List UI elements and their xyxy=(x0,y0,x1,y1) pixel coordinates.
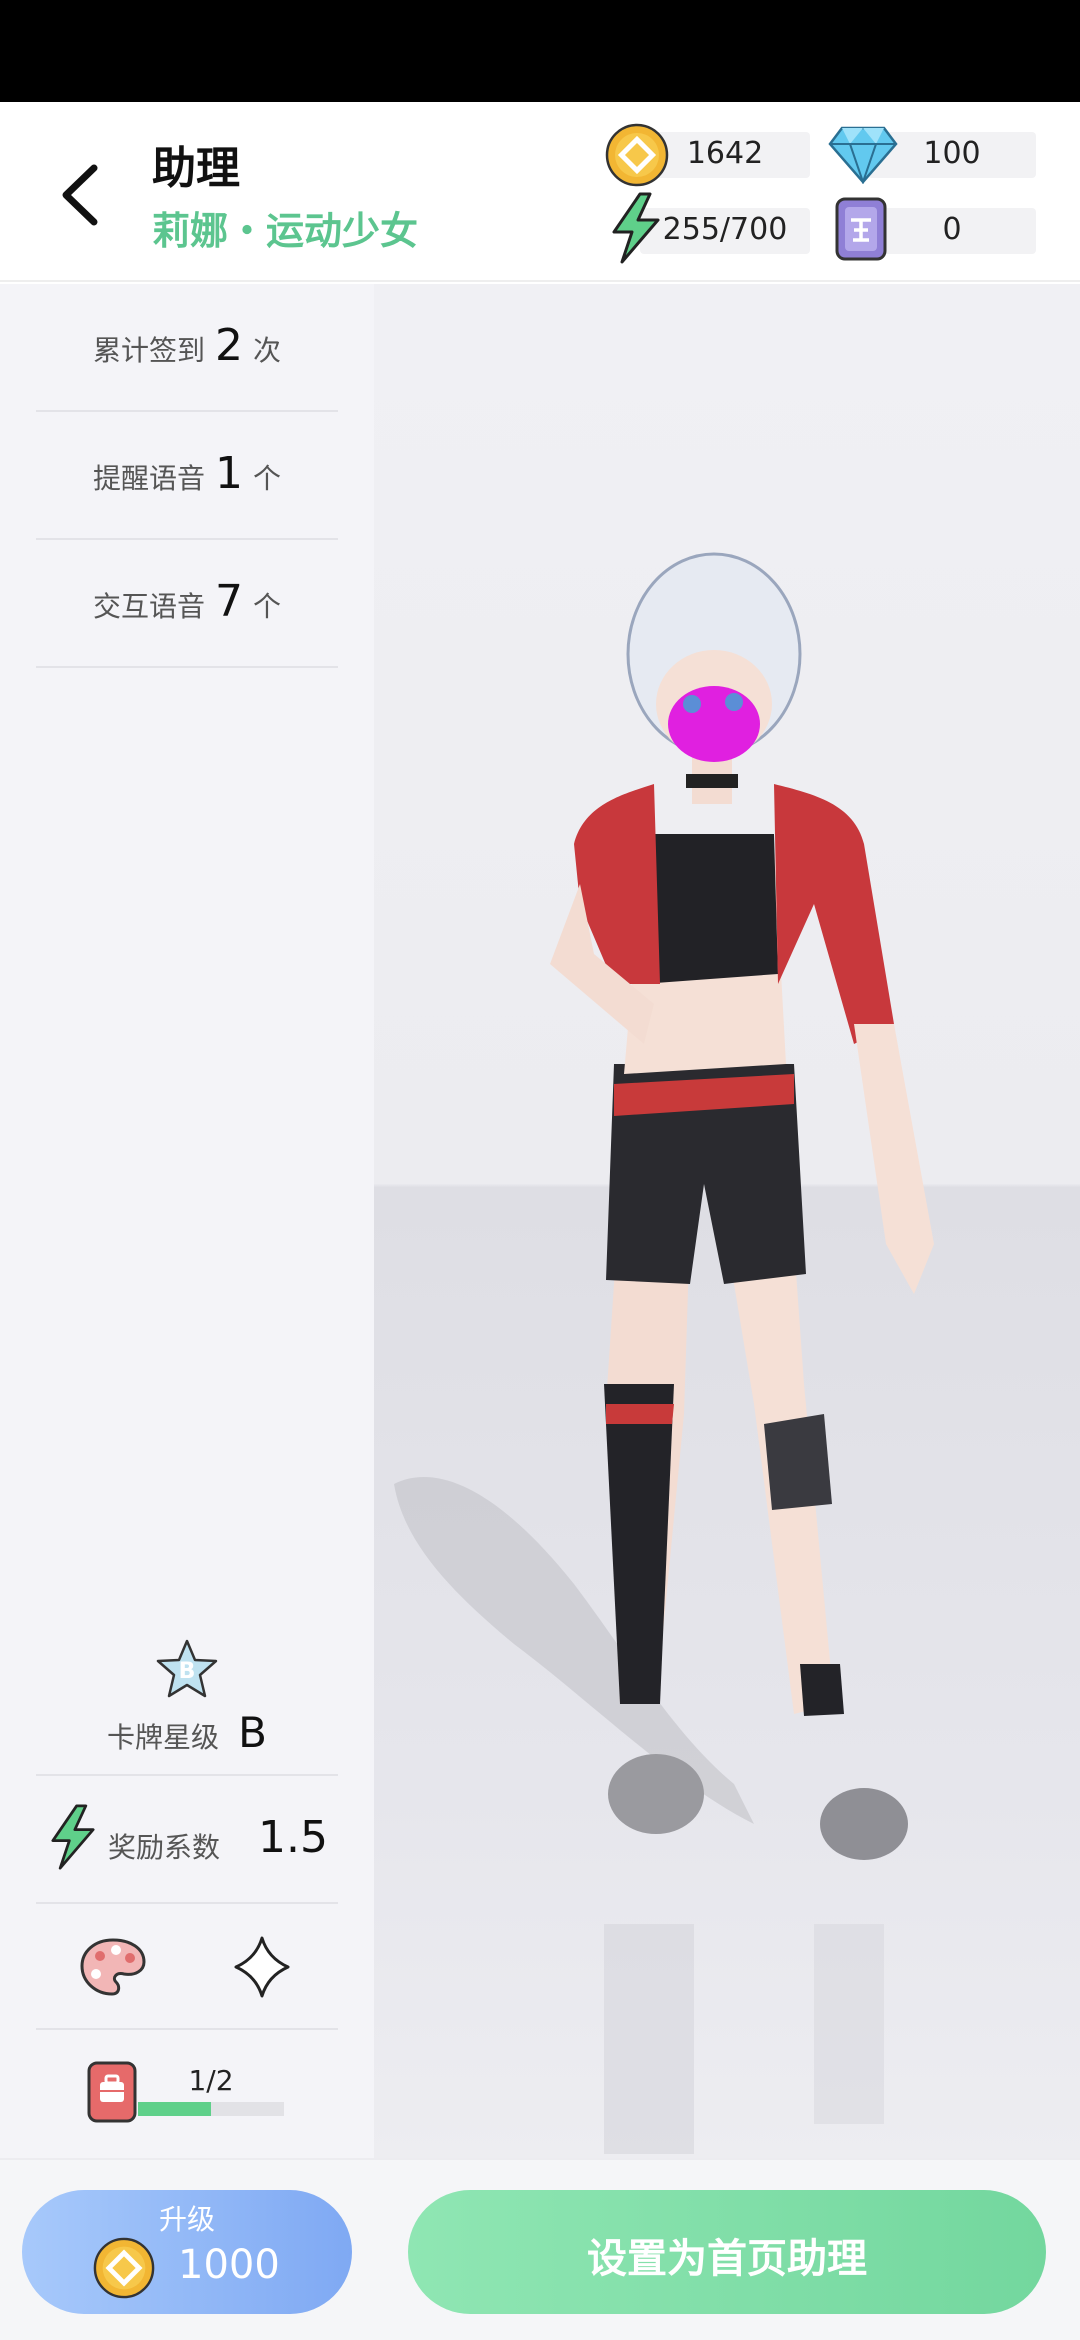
divider xyxy=(36,1774,338,1776)
status-bar xyxy=(0,0,1080,102)
star-badge-letter: B xyxy=(179,1659,196,1684)
lightning-icon xyxy=(51,1804,95,1870)
page-title: 助理 xyxy=(152,143,240,194)
reward-label: 奖励系数 xyxy=(108,1831,221,1864)
inventory-progress-fill xyxy=(138,2102,211,2116)
sidebar: 累计签到 2 次 提醒语音 1 个 交互语音 7 个 B 卡牌星级 B 奖励系数 1.5 xyxy=(0,284,374,2158)
set-home-assistant-button[interactable]: 设置为首页助理 xyxy=(408,2190,1046,2314)
ticket-counter: 0 xyxy=(868,208,1036,254)
coin-icon xyxy=(93,2237,155,2299)
card-star-label: 卡牌星级 xyxy=(107,1721,220,1754)
inventory-count: 1/2 xyxy=(188,2064,234,2097)
header: 助理 莉娜・运动少女 1642 100 255/700 0 xyxy=(0,102,1080,282)
star-badge-icon: B xyxy=(156,1639,218,1698)
diamond-icon xyxy=(828,126,898,184)
inventory-progress-track xyxy=(138,2102,284,2116)
bottom-bar: 升级 1000 设置为首页助理 xyxy=(0,2158,1080,2340)
assistant-name: 莉娜・运动少女 xyxy=(152,209,419,253)
upgrade-button[interactable]: 升级 1000 xyxy=(22,2190,352,2314)
energy-counter: 255/700 xyxy=(640,208,810,254)
character-model xyxy=(394,552,934,2154)
upgrade-label: 升级 xyxy=(158,2203,215,2236)
stat-checkin: 累计签到 2 次 xyxy=(36,284,338,412)
stat-reminder-voice: 提醒语音 1 个 xyxy=(36,412,338,540)
briefcase-icon xyxy=(87,2061,137,2123)
upgrade-cost: 1000 xyxy=(178,2242,280,2288)
lightning-icon xyxy=(612,192,660,264)
diamond-shape-icon[interactable] xyxy=(232,1934,292,2000)
coin-icon xyxy=(605,123,669,187)
back-icon[interactable] xyxy=(52,160,112,230)
card-star-row: 卡牌星级 B xyxy=(0,1708,374,1757)
ticket-icon xyxy=(835,197,887,261)
stat-interaction-voice: 交互语音 7 个 xyxy=(36,540,338,668)
reward-value: 1.5 xyxy=(258,1812,328,1863)
card-star-value: B xyxy=(238,1708,267,1757)
palette-icon[interactable] xyxy=(78,1936,148,1998)
set-home-assistant-label: 设置为首页助理 xyxy=(587,2236,867,2282)
character-viewport[interactable] xyxy=(374,284,1080,2158)
divider xyxy=(36,2028,338,2030)
divider xyxy=(36,1902,338,1904)
